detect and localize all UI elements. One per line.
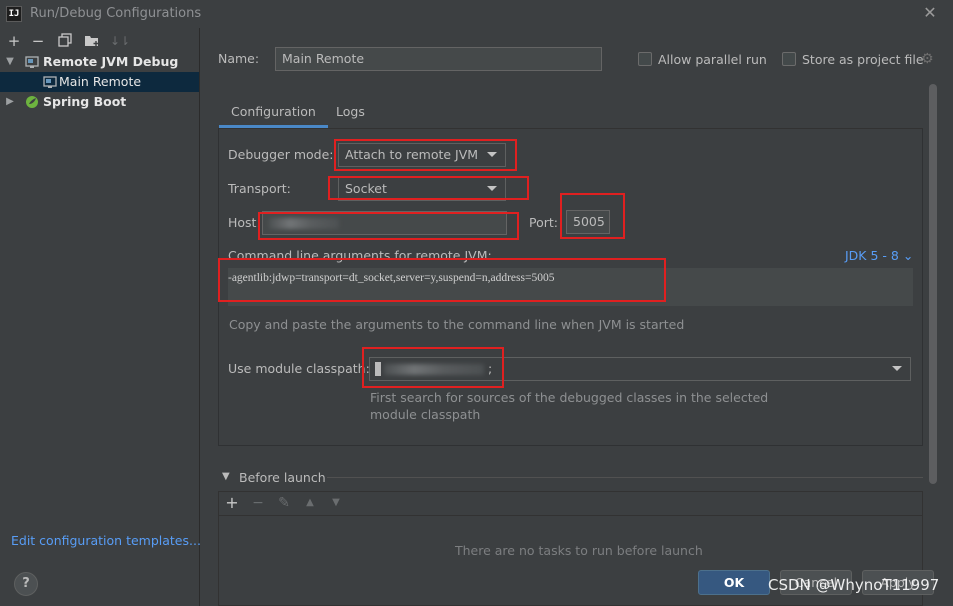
minus-icon[interactable]: − <box>250 495 266 511</box>
module-classpath-label: Use module classpath: <box>228 361 370 376</box>
annotation-box <box>328 176 529 200</box>
cmd-args-hint: Copy and paste the arguments to the comm… <box>229 317 685 332</box>
spring-boot-icon <box>25 95 39 109</box>
vertical-scrollbar[interactable] <box>929 84 937 484</box>
module-classpath-hint: First search for sources of the debugged… <box>370 389 768 423</box>
remote-debug-icon <box>43 75 57 89</box>
tree-item-label: Spring Boot <box>43 94 127 109</box>
tree-item-remote-jvm-debug[interactable]: ▼ Remote JVM Debug <box>0 52 199 72</box>
close-icon[interactable]: ✕ <box>920 3 940 23</box>
tree-item-label: Main Remote <box>59 74 142 89</box>
before-launch-label[interactable]: Before launch <box>239 470 326 485</box>
pencil-icon[interactable]: ✎ <box>276 495 292 511</box>
annotation-box <box>258 212 519 240</box>
help-button[interactable]: ? <box>14 572 38 596</box>
chevron-right-icon[interactable]: ▶ <box>5 92 15 112</box>
arrow-down-icon[interactable]: ▼ <box>328 495 344 511</box>
sort-icon[interactable]: ↓⇂ <box>110 33 130 49</box>
window-title: Run/Debug Configurations <box>30 6 202 21</box>
before-launch-toolbar <box>219 492 922 516</box>
allow-parallel-run-label: Allow parallel run <box>658 52 767 67</box>
jdk-version-dropdown[interactable]: JDK 5 - 8 ⌄ <box>845 248 913 263</box>
chevron-down-icon[interactable]: ▼ <box>5 52 15 72</box>
chevron-down-icon: ⌄ <box>902 248 914 263</box>
tree-item-spring-boot[interactable]: ▶ Spring Boot <box>0 92 199 112</box>
module-hint-line-2: module classpath <box>370 407 481 422</box>
store-as-project-file-label: Store as project file <box>802 52 924 67</box>
chevron-down-icon[interactable]: ▼ <box>222 471 230 482</box>
port-label: Port: <box>529 215 558 230</box>
jdk-version-label: JDK 5 - 8 <box>845 248 899 263</box>
plus-icon[interactable]: + <box>6 33 22 49</box>
section-divider <box>327 477 923 478</box>
intellij-app-icon: IJ <box>6 6 22 22</box>
name-label: Name: <box>218 51 260 66</box>
tree-item-label: Remote JVM Debug <box>43 54 179 69</box>
plus-icon[interactable]: + <box>224 495 240 511</box>
store-as-project-file-checkbox[interactable] <box>782 52 796 66</box>
tree-item-main-remote[interactable]: Main Remote <box>0 72 199 92</box>
remote-debug-icon <box>25 55 39 69</box>
no-tasks-message: There are no tasks to run before launch <box>455 543 703 558</box>
copy-icon[interactable] <box>57 33 73 49</box>
name-input[interactable]: Main Remote <box>275 47 602 71</box>
host-label: Host: <box>228 215 261 230</box>
annotation-box <box>362 347 504 388</box>
tab-logs[interactable]: Logs <box>324 102 377 128</box>
transport-label: Transport: <box>228 181 291 196</box>
ok-button[interactable]: OK <box>698 570 770 595</box>
dropdown-arrow-icon <box>892 366 902 371</box>
module-hint-line-1: First search for sources of the debugged… <box>370 390 769 405</box>
tab-configuration[interactable]: Configuration <box>219 102 328 128</box>
allow-parallel-run-checkbox[interactable] <box>638 52 652 66</box>
arrow-up-icon[interactable]: ▲ <box>302 495 318 511</box>
folder-add-icon[interactable] <box>84 33 100 49</box>
annotation-box <box>334 139 517 171</box>
gear-icon[interactable]: ⚙ <box>921 52 935 66</box>
minus-icon[interactable]: − <box>30 33 46 49</box>
watermark-text: CSDN @WhynoT11997 <box>768 576 940 594</box>
annotation-box <box>560 193 625 239</box>
configurations-sidebar <box>0 28 200 606</box>
annotation-box <box>218 258 666 302</box>
debugger-mode-label: Debugger mode: <box>228 147 334 162</box>
edit-configuration-templates-link[interactable]: Edit configuration templates... <box>11 533 201 548</box>
